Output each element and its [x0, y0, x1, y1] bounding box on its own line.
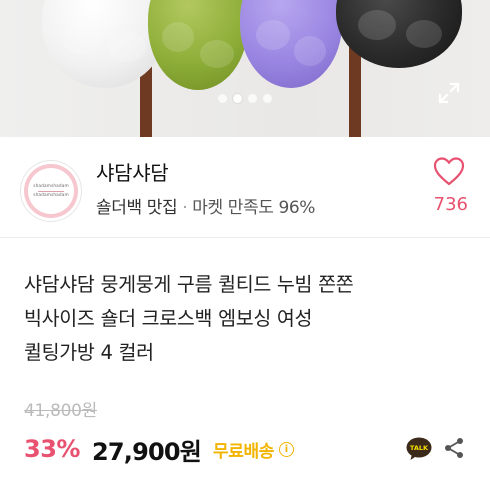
heart-icon[interactable]	[433, 156, 465, 188]
market-satisfaction: 마켓 만족도 96%	[192, 198, 316, 218]
product-title-line: 샤담샤담 뭉게뭉게 구름 퀼티드 누빔 쫀쫀	[24, 273, 354, 296]
original-price: 41,800원	[24, 401, 98, 421]
seller-subtitle: 숄더백 맛집 · 마켓 만족도 96%	[96, 193, 315, 218]
talk-label: TALK	[410, 444, 429, 452]
seller-logo-text: shadamshadam	[33, 192, 69, 198]
carousel-dot-active[interactable]	[233, 94, 242, 103]
product-title-line: 퀼팅가방 4 컬러	[24, 341, 154, 364]
seller-name[interactable]: 샤담샤담	[96, 157, 169, 186]
product-title: 샤담샤담 뭉게뭉게 구름 퀼티드 누빔 쫀쫀 빅사이즈 숄더 크로스백 엠보싱 …	[24, 268, 474, 370]
carousel-indicator	[218, 94, 272, 103]
carousel-dot[interactable]	[218, 94, 227, 103]
seller-logo[interactable]: shadamshadam shadamshadam	[20, 160, 82, 222]
discount-rate: 33%	[24, 435, 80, 463]
product-title-line: 빅사이즈 숄더 크로스백 엠보싱 여성	[24, 307, 313, 330]
expand-icon[interactable]	[438, 82, 460, 104]
kakao-talk-icon[interactable]: TALK	[406, 437, 432, 461]
free-shipping-label: 무료배송	[213, 441, 275, 462]
carousel-dot[interactable]	[263, 94, 272, 103]
price-row: 33% 27,900원 무료배송 i	[24, 432, 295, 466]
share-icon[interactable]	[443, 437, 465, 459]
divider	[0, 237, 490, 238]
carousel-dot[interactable]	[248, 94, 257, 103]
product-image-carousel[interactable]	[0, 0, 490, 137]
seller-tagline: 숄더백 맛집	[96, 198, 178, 218]
seller-logo-text: shadamshadam	[33, 183, 69, 189]
like-count: 736	[433, 194, 468, 215]
seller-info[interactable]: shadamshadam shadamshadam 샤담샤담 숄더백 맛집 · …	[0, 137, 490, 232]
separator: ·	[182, 198, 188, 218]
sale-price: 27,900원	[91, 437, 202, 466]
info-icon[interactable]: i	[279, 441, 295, 457]
